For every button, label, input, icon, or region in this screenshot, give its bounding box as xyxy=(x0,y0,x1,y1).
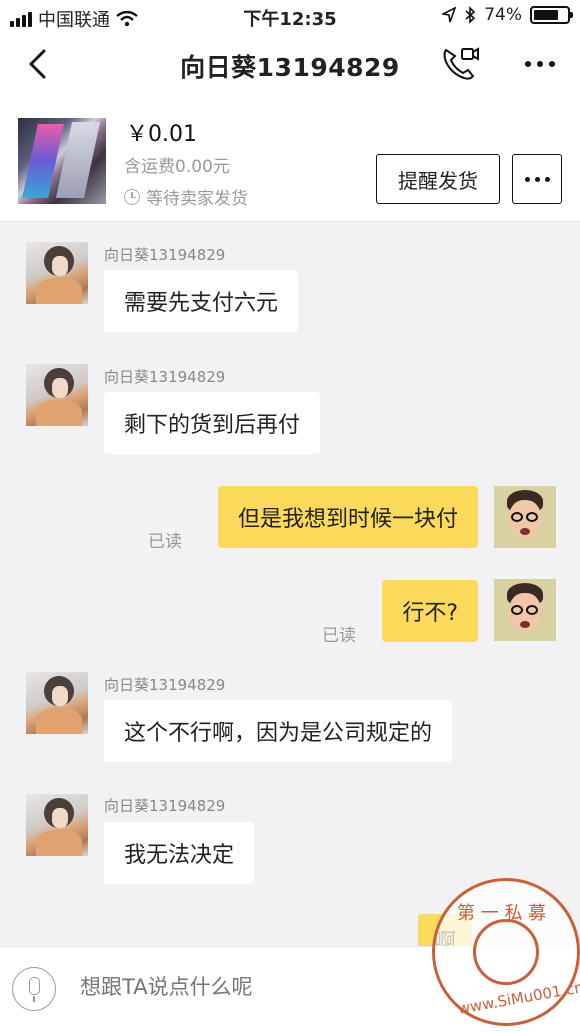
read-receipt: 已读 xyxy=(322,626,356,646)
product-more-button[interactable] xyxy=(512,154,562,204)
sender-name: 向日葵13194829 xyxy=(104,676,226,694)
product-card: ￥0.01 含运费0.00元 等待卖家发货 提醒发货 xyxy=(0,98,580,222)
clock-icon xyxy=(124,188,140,205)
more-icon[interactable] xyxy=(520,52,560,76)
avatar-me[interactable] xyxy=(494,486,556,548)
location-icon xyxy=(442,7,457,23)
sender-name: 向日葵13194829 xyxy=(104,246,226,264)
microphone-icon[interactable] xyxy=(12,967,56,1011)
battery-percent: 74% xyxy=(484,5,522,25)
read-receipt: 已读 xyxy=(148,532,182,552)
message-bubble-incoming[interactable]: 需要先支付六元 xyxy=(104,270,299,332)
avatar-seller[interactable] xyxy=(26,364,88,426)
order-status: 等待卖家发货 xyxy=(124,184,248,209)
avatar-seller[interactable] xyxy=(26,672,88,734)
avatar-me[interactable] xyxy=(494,579,556,641)
avatar-seller[interactable] xyxy=(26,242,88,304)
product-thumbnail[interactable] xyxy=(18,118,106,204)
status-right: 74% xyxy=(442,5,573,25)
message-bubble-outgoing[interactable]: 但是我想到时候一块付 xyxy=(217,486,478,548)
remind-ship-button[interactable]: 提醒发货 xyxy=(376,154,500,204)
status-bar: 中国联通 下午12:35 74% xyxy=(0,0,580,32)
order-status-label: 等待卖家发货 xyxy=(146,189,248,209)
bluetooth-icon xyxy=(465,6,476,24)
video-call-icon[interactable] xyxy=(440,46,480,82)
message-bubble-incoming[interactable]: 我无法决定 xyxy=(104,822,255,884)
message-bubble-outgoing[interactable]: 行不? xyxy=(382,580,478,642)
chat-title: 向日葵13194829 xyxy=(180,53,400,82)
message-bubble-incoming[interactable]: 这个不行啊，因为是公司规定的 xyxy=(104,700,453,762)
watermark-logo xyxy=(473,919,539,985)
battery-icon xyxy=(530,6,573,24)
sender-name: 向日葵13194829 xyxy=(104,368,226,386)
product-price: ￥0.01 xyxy=(126,122,197,147)
message-bubble-incoming[interactable]: 剩下的货到后再付 xyxy=(104,392,321,454)
sender-name: 向日葵13194829 xyxy=(104,797,226,815)
chat-header: 向日葵13194829 xyxy=(0,32,580,98)
shipping-fee: 含运费0.00元 xyxy=(124,157,230,177)
avatar-seller[interactable] xyxy=(26,794,88,856)
message-input[interactable] xyxy=(80,975,410,999)
watermark-stamp: 第 一 私 募 www.SiMu001.cn xyxy=(432,878,580,1026)
